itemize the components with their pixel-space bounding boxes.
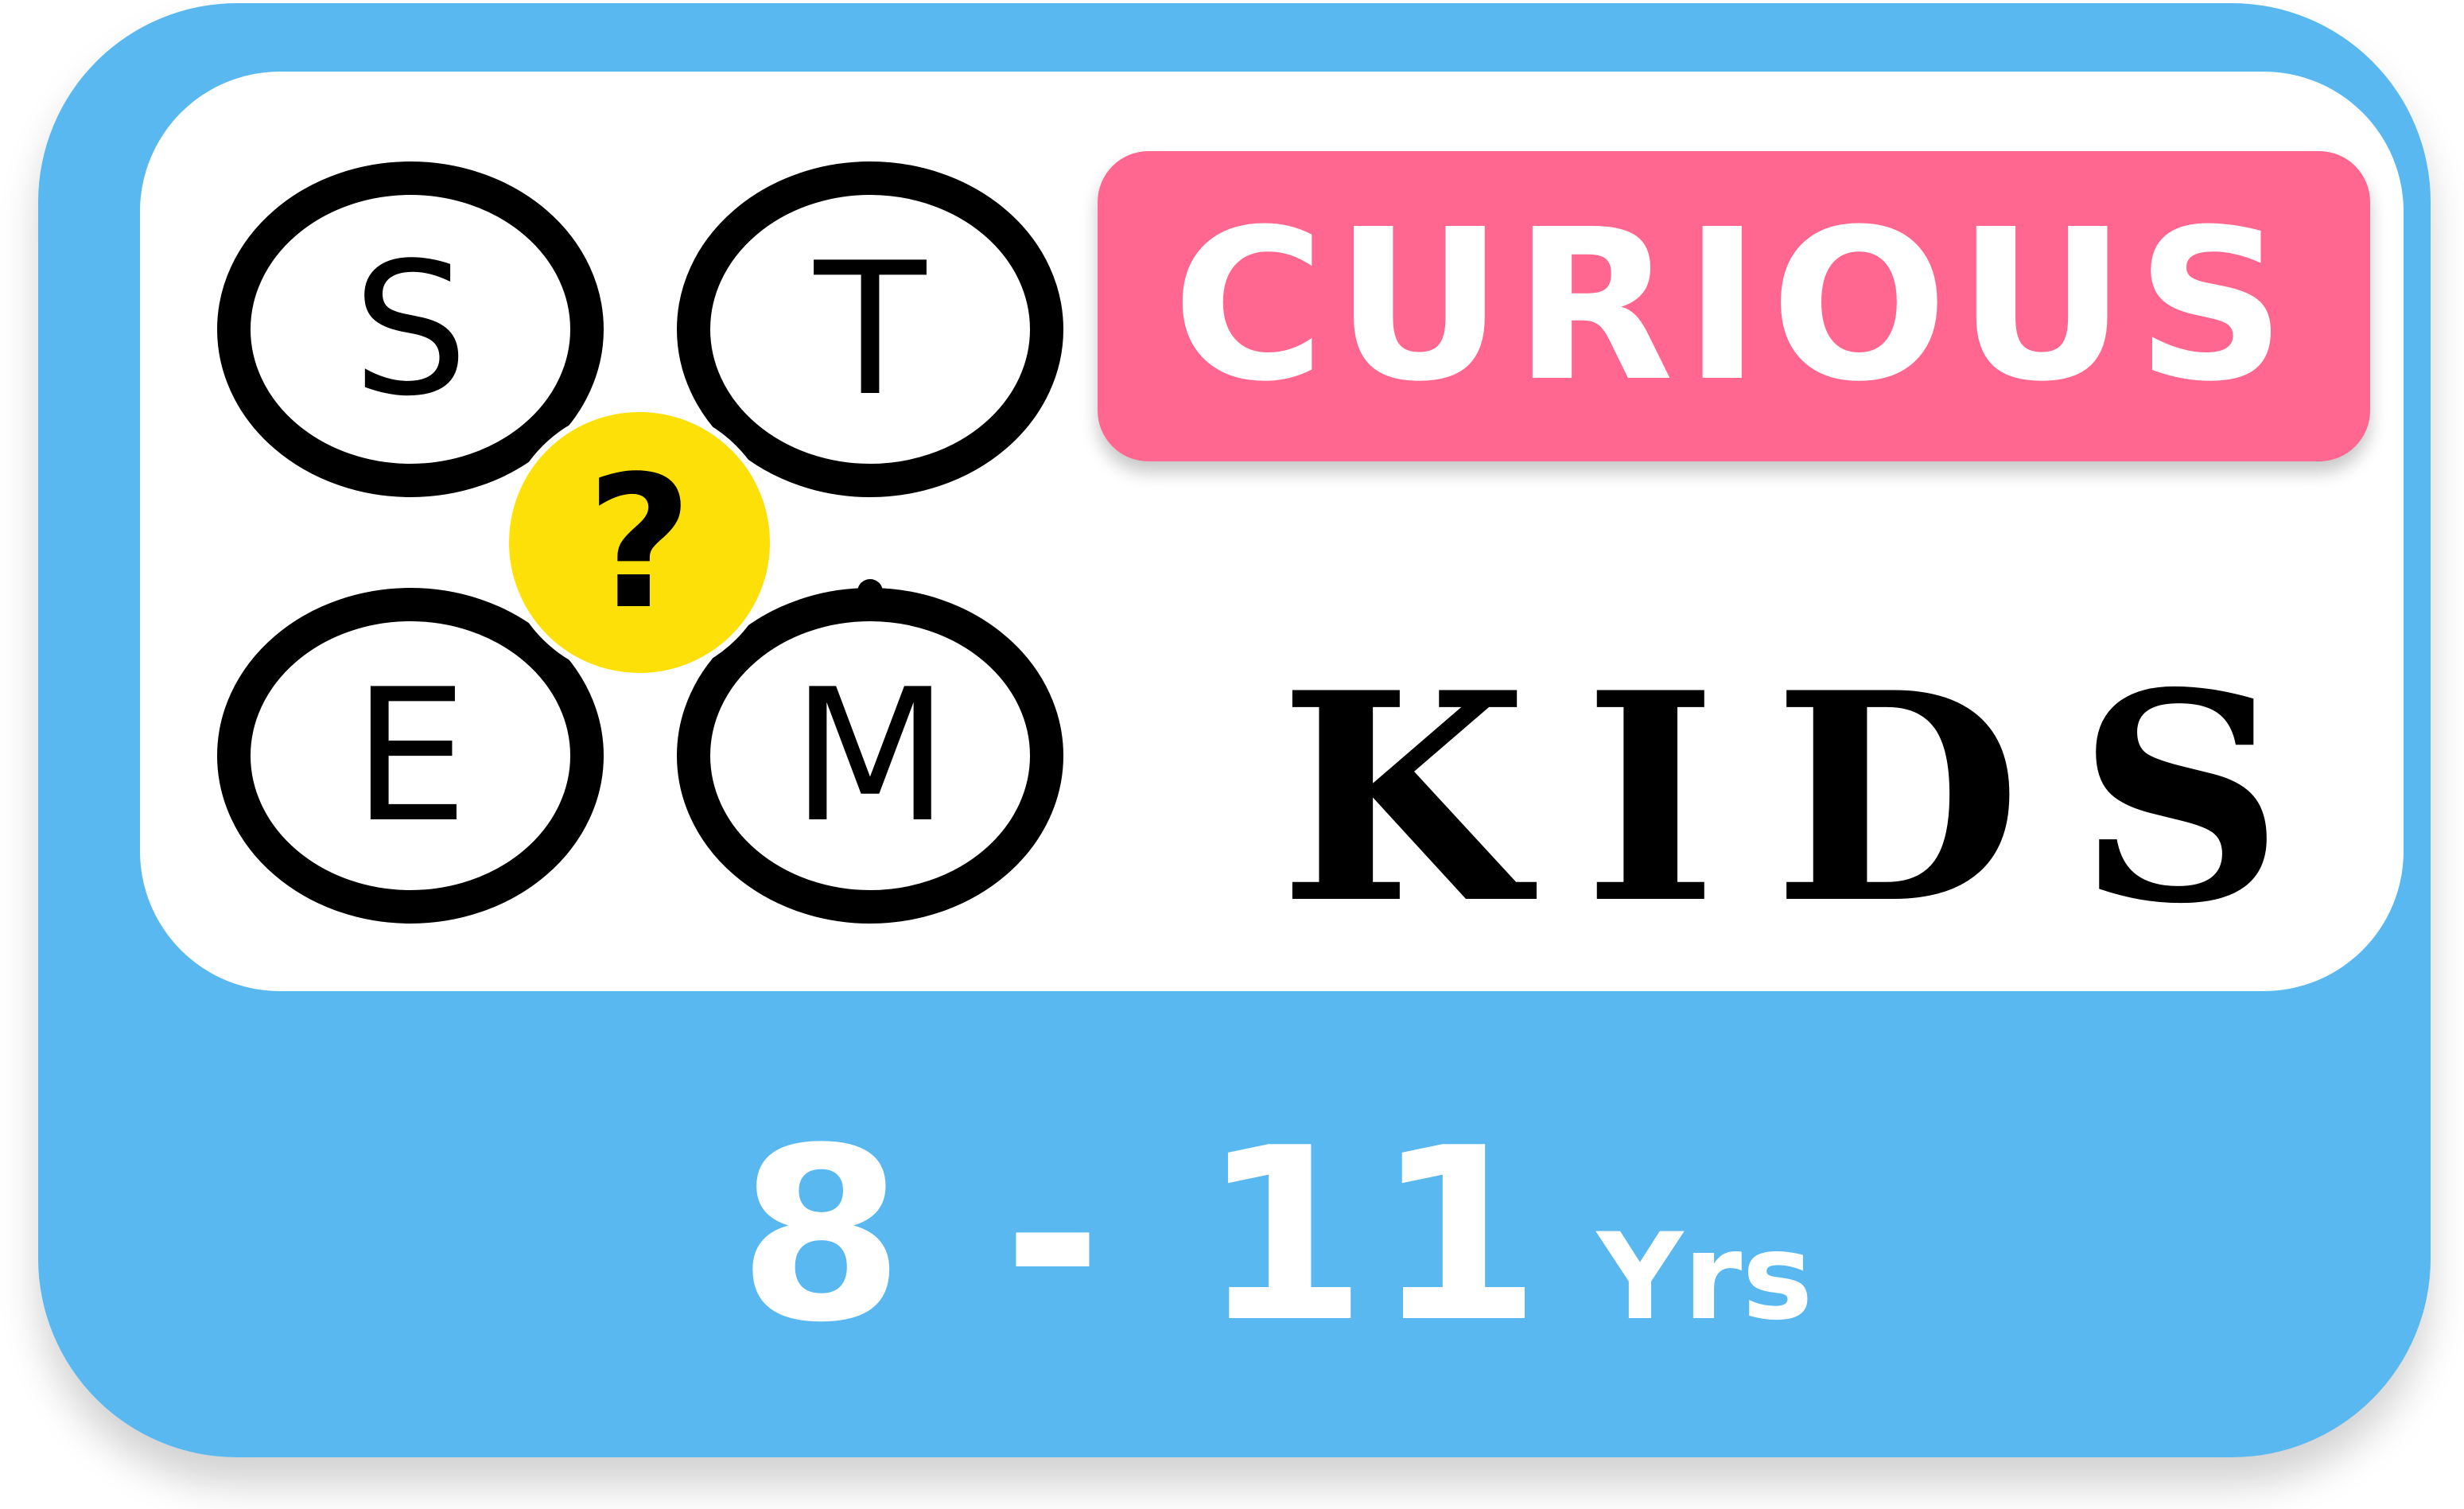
stem-letter-s: S bbox=[352, 224, 468, 437]
subtitle-kids: KIDS bbox=[1279, 630, 2340, 966]
stem-letter-e: E bbox=[352, 651, 468, 863]
banner-title: CURIOUS bbox=[1172, 185, 2296, 427]
stem-letter-e-circle: E bbox=[217, 588, 604, 924]
badge-stage: S T E M ? CURIOUS KIDS 8 - 11 Yrs bbox=[0, 0, 2464, 1509]
curious-banner: CURIOUS bbox=[1098, 151, 2370, 461]
question-mark-icon: ? bbox=[586, 438, 692, 650]
age-range-value: 8 - 11 bbox=[738, 1097, 1549, 1375]
stem-letter-t-circle: T bbox=[677, 161, 1063, 497]
question-mark-badge: ? bbox=[503, 406, 776, 679]
stem-letter-m: M bbox=[791, 651, 949, 863]
stem-letter-t: T bbox=[814, 224, 927, 437]
age-unit-label: Yrs bbox=[1596, 1208, 1813, 1347]
stem-letter-m-circle: M bbox=[677, 579, 1063, 924]
stem-logo: S T E M ? bbox=[217, 161, 1063, 924]
age-range-row: 8 - 11 Yrs bbox=[738, 1117, 1813, 1355]
age-badge-card: S T E M ? CURIOUS KIDS 8 - 11 Yrs bbox=[38, 3, 2431, 1457]
stem-letter-s-circle: S bbox=[217, 161, 604, 497]
